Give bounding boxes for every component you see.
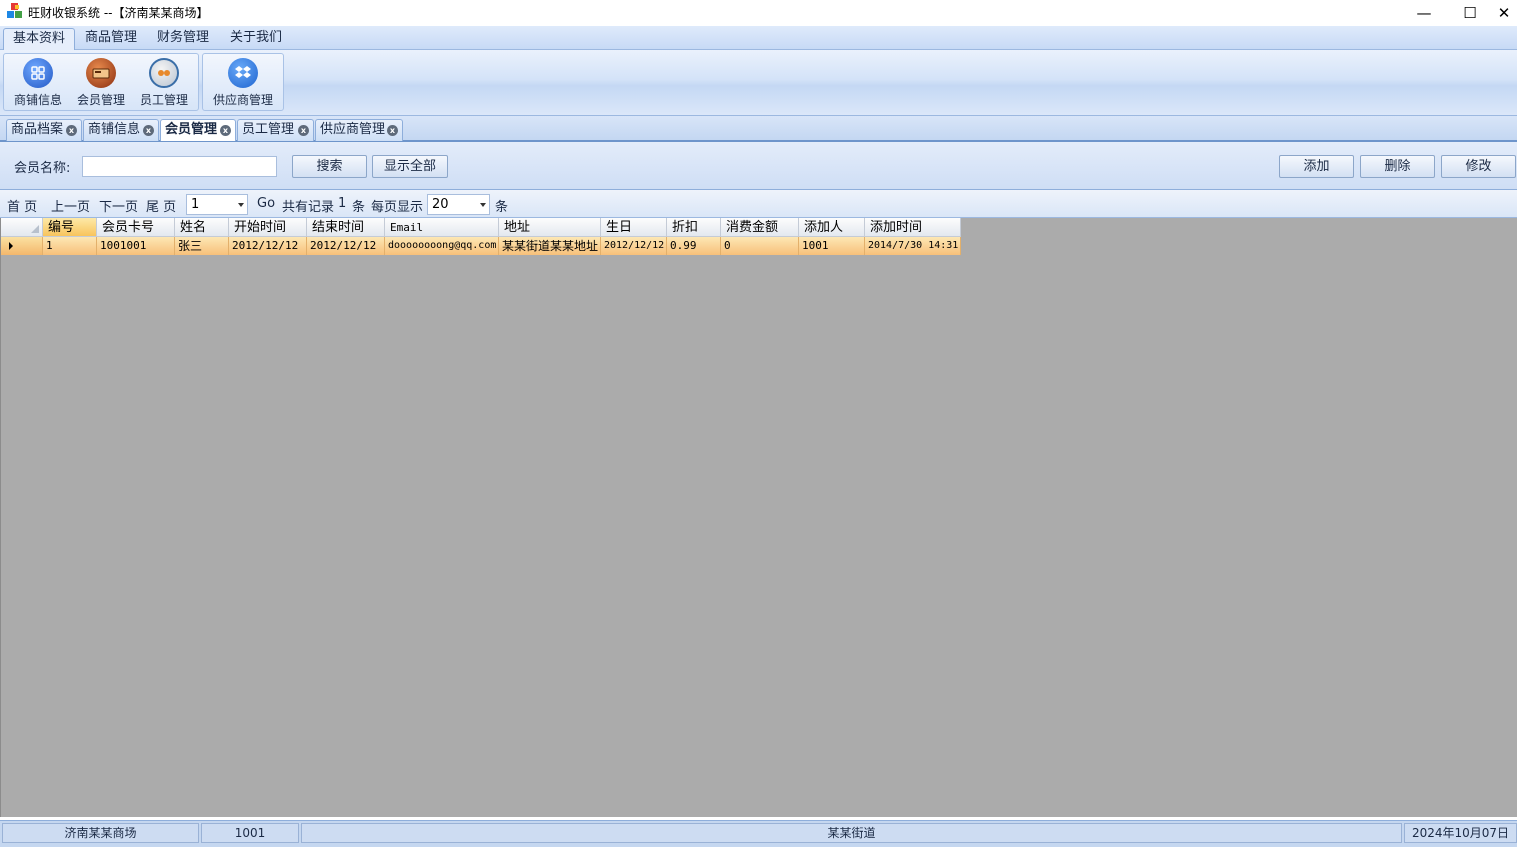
- per-page-unit: 条: [495, 200, 509, 215]
- show-all-button[interactable]: 显示全部: [372, 155, 448, 178]
- table-cell[interactable]: 2012/12/12: [229, 237, 307, 255]
- doc-tab-label: 供应商管理: [320, 122, 386, 137]
- ribbon: 商铺信息 会员管理 员工管理 供应商管理: [0, 50, 1517, 116]
- go-button[interactable]: Go: [257, 196, 275, 211]
- minimize-button[interactable]: —: [1401, 0, 1447, 26]
- delete-button[interactable]: 删除: [1360, 155, 1435, 178]
- table-cell[interactable]: 1001: [799, 237, 865, 255]
- ribbon-supplier-button[interactable]: 供应商管理: [213, 56, 273, 110]
- add-button[interactable]: 添加: [1279, 155, 1354, 178]
- total-records-count: 1: [338, 196, 347, 211]
- staff-icon: [149, 58, 179, 88]
- close-icon[interactable]: x: [387, 125, 398, 136]
- close-icon[interactable]: x: [143, 125, 154, 136]
- pager-bar: 首 页 上一页 下一页 尾 页 1 Go 共有记录 1 条 每页显示 20 条: [0, 190, 1517, 218]
- search-panel: 会员名称: 搜索 显示全部 添加 删除 修改: [0, 142, 1517, 190]
- ribbon-shop-info-label: 商铺信息: [13, 93, 62, 107]
- doc-tab-shop-info[interactable]: 商铺信息 x: [83, 119, 159, 141]
- status-address: 某某街道: [301, 823, 1402, 843]
- grid-header-name[interactable]: 姓名: [175, 218, 229, 237]
- row-selector[interactable]: [1, 237, 43, 255]
- grid-header-id[interactable]: 编号: [43, 218, 97, 237]
- table-cell[interactable]: 2012/12/12: [601, 237, 667, 255]
- doc-tab-goods-archive[interactable]: 商品档案 x: [6, 119, 82, 141]
- grid-header-start-time[interactable]: 开始时间: [229, 218, 307, 237]
- page-number-value: 1: [191, 197, 200, 212]
- menu-bar: 基本资料 商品管理 财务管理 关于我们: [0, 26, 1517, 50]
- grid-header-spent[interactable]: 消费金额: [721, 218, 799, 237]
- menu-tab-basic-info[interactable]: 基本资料: [3, 28, 76, 50]
- table-cell[interactable]: 1001001: [97, 237, 175, 255]
- doc-tab-label: 员工管理: [242, 122, 295, 137]
- table-cell[interactable]: 2014/7/30 14:31: [865, 237, 961, 255]
- menu-tab-finance[interactable]: 财务管理: [148, 28, 218, 50]
- doc-tab-staff[interactable]: 员工管理 x: [237, 119, 314, 141]
- total-records-unit: 条: [352, 200, 366, 215]
- close-button[interactable]: ✕: [1491, 0, 1517, 26]
- last-page-link[interactable]: 尾 页: [146, 196, 176, 215]
- dropbox-icon: [228, 58, 258, 88]
- grid-header-added-by[interactable]: 添加人: [799, 218, 865, 237]
- per-page-value: 20: [432, 197, 449, 212]
- member-name-input[interactable]: [82, 156, 277, 177]
- app-icon: [7, 3, 23, 19]
- grid-corner-header[interactable]: [1, 218, 43, 237]
- close-icon[interactable]: x: [66, 125, 77, 136]
- menu-tab-goods[interactable]: 商品管理: [76, 28, 146, 50]
- grid-header-added-time[interactable]: 添加时间: [865, 218, 961, 237]
- chevron-down-icon: [238, 203, 244, 207]
- grid-header-email[interactable]: Email: [385, 218, 499, 237]
- menu-tab-about[interactable]: 关于我们: [221, 28, 291, 50]
- ribbon-shop-info-button[interactable]: 商铺信息: [8, 56, 68, 110]
- close-icon[interactable]: x: [298, 125, 309, 136]
- ribbon-supplier-label: 供应商管理: [213, 93, 274, 107]
- next-page-link[interactable]: 下一页: [99, 196, 138, 215]
- title-bar: 旺财收银系统 --【济南某某商场】 — ☐ ✕: [0, 0, 1517, 26]
- close-icon[interactable]: x: [220, 125, 231, 136]
- table-cell[interactable]: 张三: [175, 237, 229, 255]
- grid-header-card-no[interactable]: 会员卡号: [97, 218, 175, 237]
- chevron-down-icon: [480, 203, 486, 207]
- status-shop-name: 济南某某商场: [2, 823, 199, 843]
- table-cell[interactable]: 0: [721, 237, 799, 255]
- ribbon-member-button[interactable]: 会员管理: [71, 56, 131, 110]
- search-button[interactable]: 搜索: [292, 155, 367, 178]
- grid-header-birthday[interactable]: 生日: [601, 218, 667, 237]
- ribbon-group-supplier: 供应商管理: [202, 53, 284, 111]
- page-number-select[interactable]: 1: [186, 194, 248, 215]
- member-card-icon: [86, 58, 116, 88]
- first-page-link[interactable]: 首 页: [7, 196, 37, 215]
- prev-page-link[interactable]: 上一页: [51, 196, 90, 215]
- doc-tab-label: 商铺信息: [88, 122, 141, 137]
- edit-button[interactable]: 修改: [1441, 155, 1516, 178]
- window-title: 旺财收银系统 --【济南某某商场】: [28, 6, 209, 20]
- ribbon-staff-button[interactable]: 员工管理: [134, 56, 194, 110]
- grid-header-end-time[interactable]: 结束时间: [307, 218, 385, 237]
- per-page-select[interactable]: 20: [427, 194, 490, 215]
- table-cell[interactable]: 1: [43, 237, 97, 255]
- doc-tab-label: 商品档案: [11, 122, 64, 137]
- member-name-label: 会员名称:: [14, 161, 71, 176]
- per-page-label: 每页显示: [371, 200, 424, 215]
- doc-tab-supplier[interactable]: 供应商管理 x: [315, 119, 403, 141]
- table-cell[interactable]: doooooooong@qq.com: [385, 237, 499, 255]
- document-tabs: 商品档案 x 商铺信息 x 会员管理 x 员工管理 x 供应商管理 x: [0, 116, 1517, 142]
- status-user-id: 1001: [201, 823, 299, 843]
- table-cell[interactable]: 2012/12/12: [307, 237, 385, 255]
- ribbon-staff-label: 员工管理: [139, 93, 188, 107]
- status-bar: 济南某某商场 1001 某某街道 2024年10月07日: [0, 820, 1517, 847]
- grid-icon: [23, 58, 53, 88]
- grid-header-discount[interactable]: 折扣: [667, 218, 721, 237]
- status-date: 2024年10月07日: [1404, 823, 1517, 843]
- member-grid-area: 编号 会员卡号 姓名 开始时间 结束时间 Email 地址 生日 折扣 消费金额…: [0, 218, 1517, 817]
- grid-header-address[interactable]: 地址: [499, 218, 601, 237]
- table-cell[interactable]: 0.99: [667, 237, 721, 255]
- doc-tab-member[interactable]: 会员管理 x: [160, 119, 236, 141]
- ribbon-group-basic: 商铺信息 会员管理 员工管理: [3, 53, 199, 111]
- table-cell[interactable]: 某某街道某某地址: [499, 237, 601, 255]
- total-records-label: 共有记录: [282, 200, 335, 215]
- doc-tab-label: 会员管理: [165, 122, 218, 137]
- ribbon-member-label: 会员管理: [76, 93, 125, 107]
- maximize-button[interactable]: ☐: [1447, 0, 1493, 26]
